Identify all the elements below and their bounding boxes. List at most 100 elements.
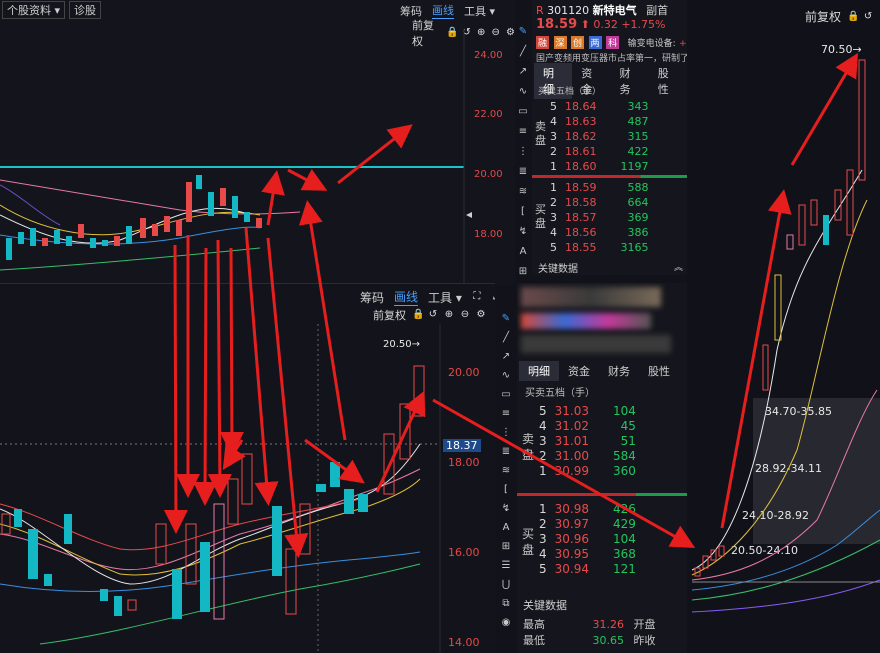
bottom-buy-level: 4 [539,546,547,561]
quote-price: 18.59 [536,17,578,32]
top-buy-row[interactable]: 3 18.57 369 [546,210,653,225]
stats-row-high: 最高 31.26 开盘 [523,616,656,632]
top-sell-volume: 343 [627,100,649,113]
bottom-fib-tool-icon[interactable]: ⋮ [499,426,513,440]
bottom-buy-row[interactable]: 3 30.96 104 [535,531,640,546]
bottom-buy-row[interactable]: 1 30.98 426 [535,501,640,516]
bottom-key-data[interactable]: 关键数据 [523,597,567,613]
bottom-buy-price: 30.95 [554,546,589,561]
top-sell-price: 18.64 [565,100,597,113]
top-sell-volume: 487 [627,115,649,128]
bottom-line-tool-icon[interactable]: ╱ [499,331,513,345]
top-buy-price: 18.56 [565,226,597,239]
bottom-buy-level: 5 [539,561,547,576]
top-buy-level: 4 [550,226,557,239]
tab-finance[interactable]: 财务 [611,63,649,99]
sector-label[interactable]: 输变电设备: [628,39,676,49]
bottom-gann-tool-icon[interactable]: ≣ [499,445,513,459]
top-buy-row[interactable]: 1 18.59 588 [546,180,653,195]
rect-tool-icon[interactable]: ▭ [516,105,530,119]
top-sell-row[interactable]: 3 18.62 315 [546,129,653,144]
bottom-fan-tool-icon[interactable]: ≋ [499,464,513,478]
bottom-tab-finance[interactable]: 财务 [599,361,639,381]
top-sell-price: 18.61 [565,145,597,158]
fib-tool-icon[interactable]: ⋮ [516,145,530,159]
bottom-list-tool-icon[interactable]: ☰ [499,559,513,573]
bottom-channel-tool-icon[interactable]: ≡ [499,407,513,421]
bottom-buy-side-label: 买盘 [522,527,535,557]
top-sell-price: 18.62 [565,130,597,143]
top-buy-level: 2 [550,196,557,209]
bottom-measure-tool-icon[interactable]: ⊞ [499,540,513,554]
top-buy-row[interactable]: 5 18.55 3165 [546,240,653,255]
curve-tool-icon[interactable]: ∿ [516,85,530,99]
top-buy-book: 1 18.59 588 2 18.58 664 3 18.57 369 4 18.56 386 5 18.… [546,180,653,255]
top-buy-row[interactable]: 2 18.58 664 [546,195,653,210]
bottom-bracket-tool-icon[interactable]: [ [499,483,513,497]
quote-change: 0.32 [593,18,618,31]
top-sell-row[interactable]: 5 18.64 343 [546,99,653,114]
magnet-icon[interactable]: ⋃ [499,578,513,592]
copy-icon[interactable]: ⧉ [499,597,513,611]
bottom-arrow-tool-icon[interactable]: ↯ [499,502,513,516]
bottom-text-tool-icon[interactable]: A [499,521,513,535]
top-buy-volume: 664 [627,196,649,209]
top-sell-row[interactable]: 1 18.60 1197 [546,159,653,174]
measure-tool-icon[interactable]: ⊞ [516,265,530,279]
eye-icon[interactable]: ◉ [499,616,513,630]
bracket-tool-icon[interactable]: [ [516,205,530,219]
tag-tech: 科 [606,36,620,49]
top-buy-level: 5 [550,241,557,254]
top-buy-price: 18.57 [565,211,597,224]
bottom-pin-icon[interactable]: ✎ [499,312,513,326]
top-sell-row[interactable]: 4 18.63 487 [546,114,653,129]
bottom-sell-side-label: 卖盘 [522,432,535,462]
bottom-sell-row[interactable]: 2 31.00 584 [535,448,640,463]
fan-tool-icon[interactable]: ≋ [516,185,530,199]
collapse-icon[interactable]: ︽ [674,260,683,273]
bottom-buy-row[interactable]: 5 30.94 121 [535,561,640,576]
book-divider [532,175,687,178]
text-tool-icon[interactable]: A [516,245,530,259]
top-buy-volume: 386 [627,226,649,239]
top-sell-volume: 1197 [620,160,649,173]
arrow-tool-icon[interactable]: ↯ [516,225,530,239]
bottom-sell-row[interactable]: 5 31.03 104 [535,403,640,418]
channel-tool-icon[interactable]: ≡ [516,125,530,139]
bottom-tab-stock-nature[interactable]: 股性 [639,361,679,381]
top-sell-row[interactable]: 2 18.61 422 [546,144,653,159]
bottom-sell-level: 1 [539,463,547,478]
line-tool-icon[interactable]: ╱ [516,45,530,59]
ray-tool-icon[interactable]: ↗ [516,65,530,79]
pin-icon[interactable]: ✎ [516,25,530,39]
tab-stock-nature[interactable]: 股性 [649,63,687,99]
bottom-tab-funds[interactable]: 资金 [559,361,599,381]
right-chart-panel: 前复权 🔒 ↺ 70.50→ 34.70-35.85 28.92-34.11 2… [687,0,880,653]
blurred-tags [521,313,651,329]
top-sell-level: 2 [550,145,557,158]
bottom-tab-detail[interactable]: 明细 [519,361,559,381]
bottom-sell-volume: 104 [613,403,636,418]
top-buy-volume: 3165 [620,241,649,254]
top-buy-row[interactable]: 4 18.56 386 [546,225,653,240]
bottom-buy-row[interactable]: 4 30.95 368 [535,546,640,561]
top-left-tick-22: 22.00 [474,109,503,120]
bottom-buy-book: 1 30.98 426 2 30.97 429 3 30.96 104 4 30.95 368 5 30.… [535,501,640,576]
bottom-curve-tool-icon[interactable]: ∿ [499,369,513,383]
bottom-buy-volume: 426 [613,501,636,516]
bottom-sell-row[interactable]: 1 30.99 360 [535,463,640,478]
bottom-rect-tool-icon[interactable]: ▭ [499,388,513,402]
gann-tool-icon[interactable]: ≣ [516,165,530,179]
bottom-ray-tool-icon[interactable]: ↗ [499,350,513,364]
bottom-tick-20: 20.00 [448,366,480,379]
tag-margin: 融 [536,36,550,49]
top-left-tick-24: 24.00 [474,50,503,61]
bottom-sell-row[interactable]: 3 31.01 51 [535,433,640,448]
bottom-buy-level: 3 [539,531,547,546]
bottom-buy-price: 30.98 [554,501,589,516]
bottom-sell-row[interactable]: 4 31.02 45 [535,418,640,433]
bottom-buy-row[interactable]: 2 30.97 429 [535,516,640,531]
top-key-data[interactable]: 关键数据 [538,260,578,275]
bottom-buy-volume: 429 [613,516,636,531]
bottom-sell-book: 5 31.03 104 4 31.02 45 3 31.01 51 2 31.00 584 1 30.99… [535,403,640,478]
